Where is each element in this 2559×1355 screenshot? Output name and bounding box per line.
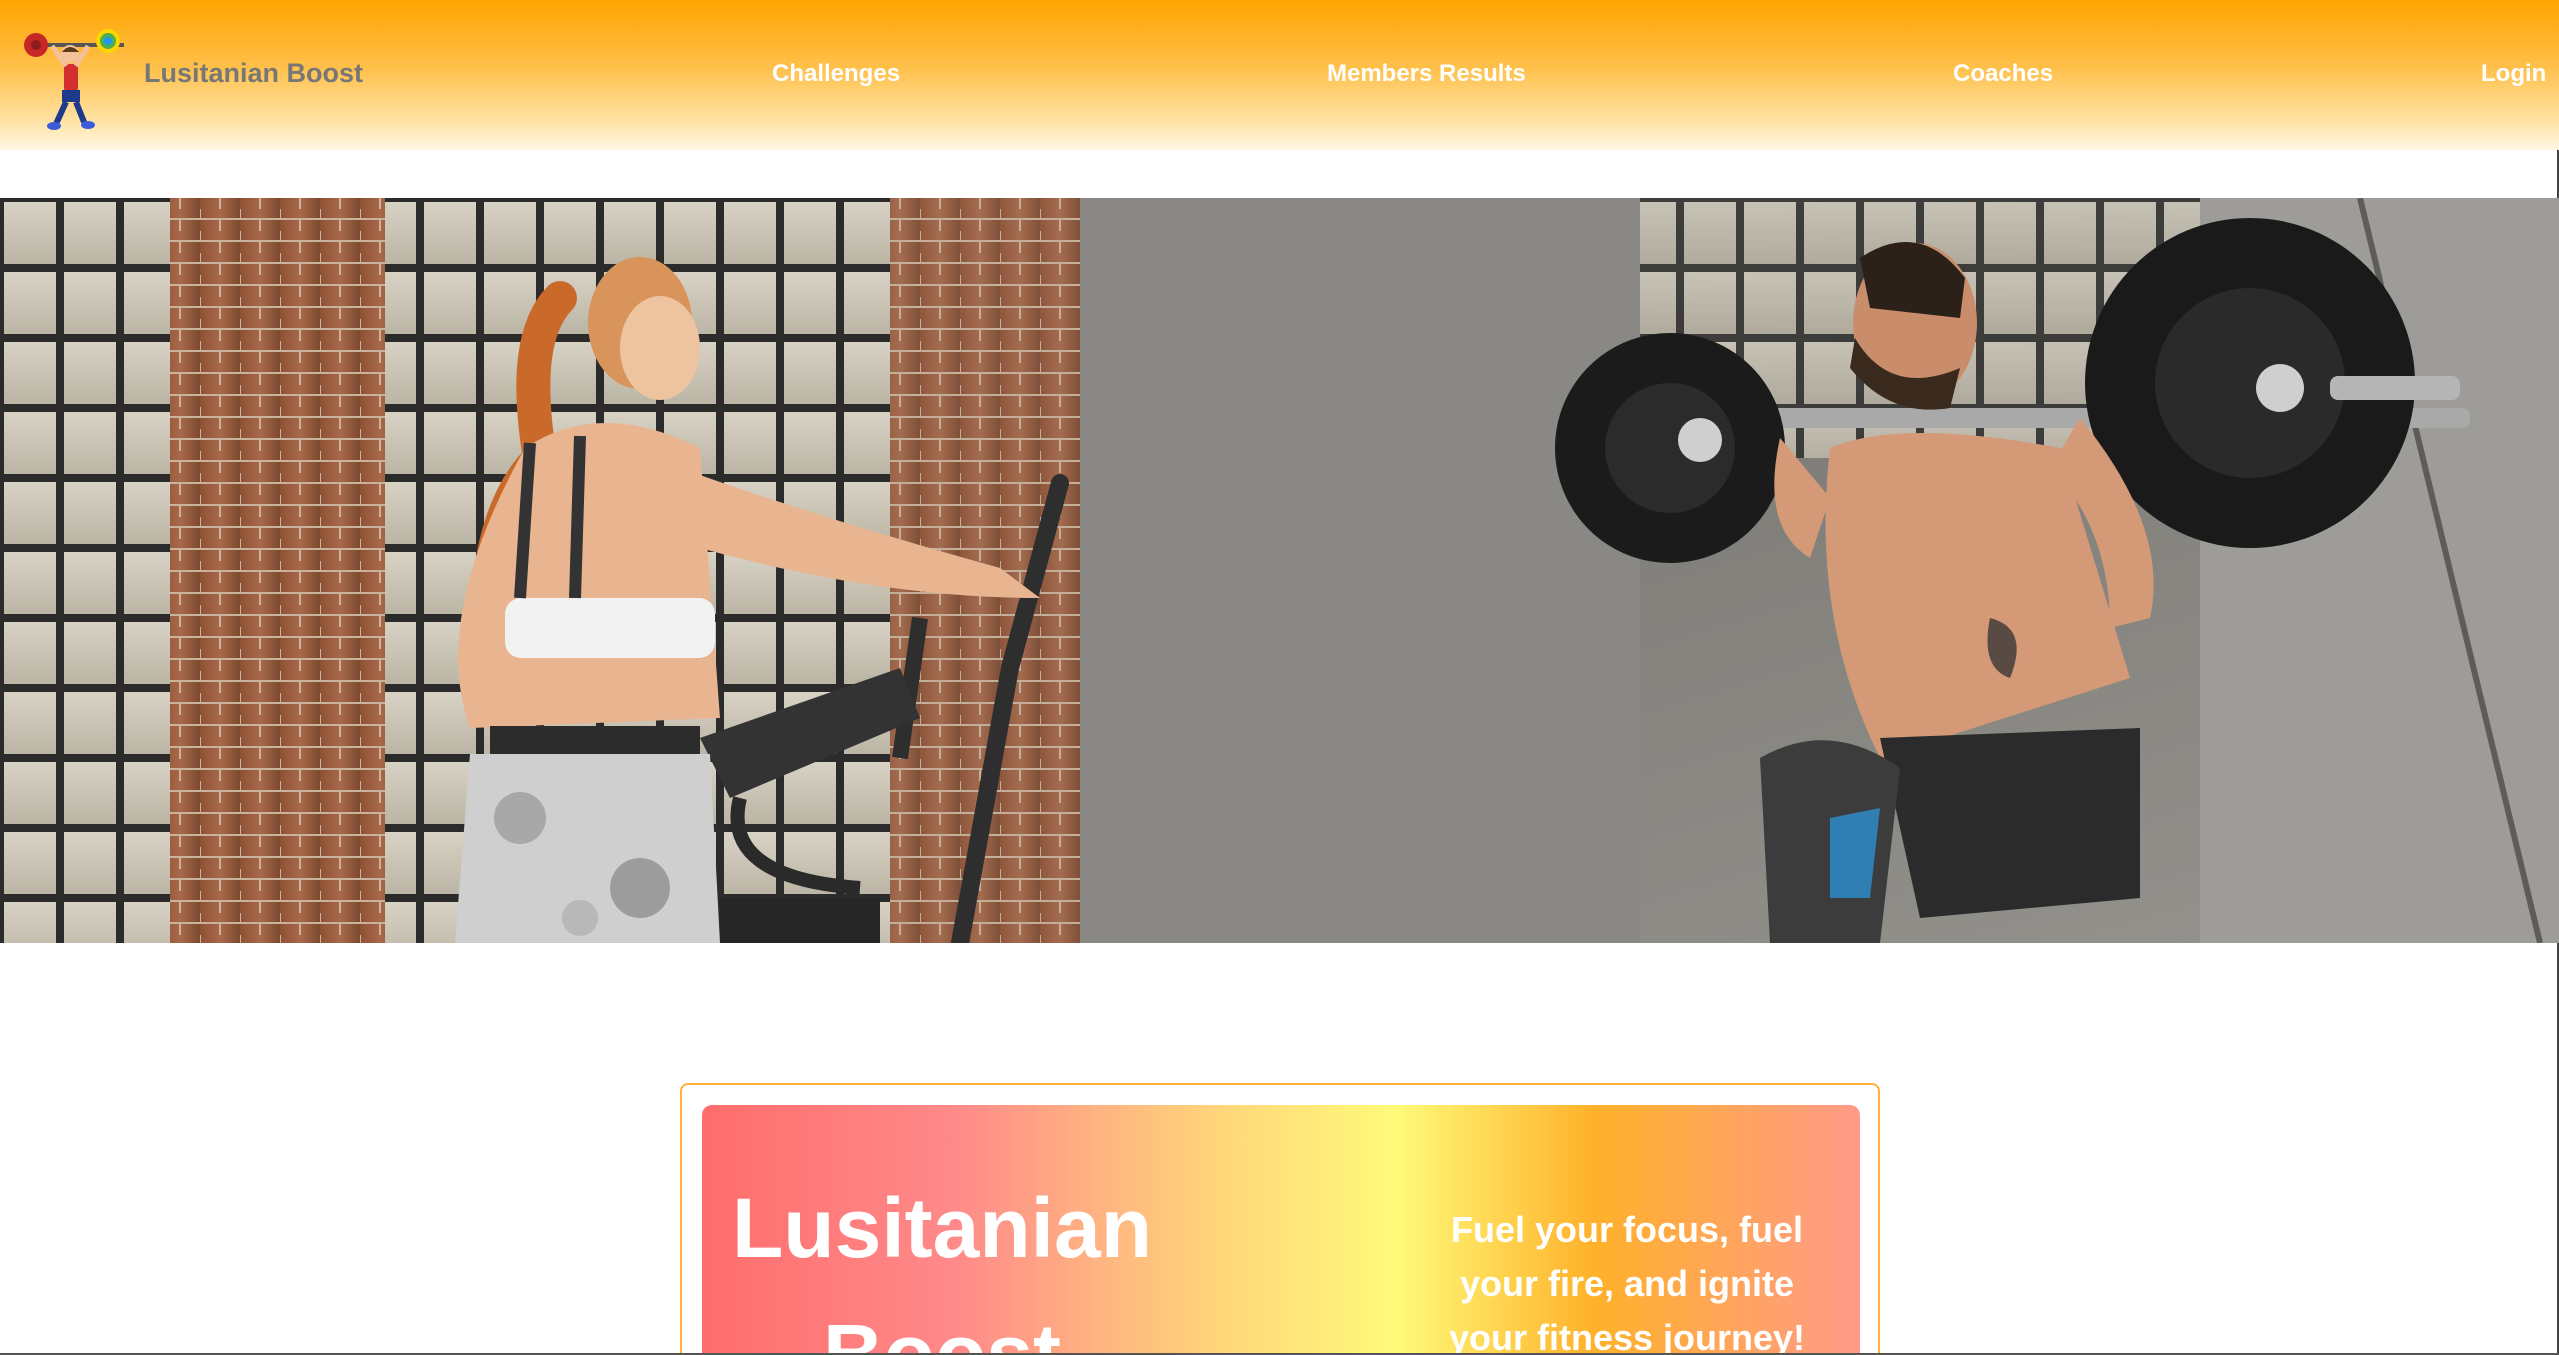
nav-link-members-results[interactable]: Members Results xyxy=(1327,60,1526,88)
intro-card-title: Lusitanian Boost xyxy=(732,1181,1153,1355)
gym-workout-photo xyxy=(0,198,2559,943)
page: Lusitanian Boost Challenges Members Resu… xyxy=(0,0,2559,1355)
weightlifter-icon[interactable] xyxy=(22,14,126,134)
intro-card: Lusitanian Boost Fuel your focus, fuel y… xyxy=(680,1083,1880,1355)
intro-card-banner: Lusitanian Boost Fuel your focus, fuel y… xyxy=(702,1105,1860,1355)
brand-name[interactable]: Lusitanian Boost xyxy=(144,58,363,89)
navbar: Lusitanian Boost Challenges Members Resu… xyxy=(0,0,2559,150)
intro-card-tagline: Fuel your focus, fuel your fire, and ign… xyxy=(1448,1209,1806,1355)
nav-link-challenges[interactable]: Challenges xyxy=(772,60,900,88)
nav-link-coaches[interactable]: Coaches xyxy=(1953,60,2053,88)
nav-link-login[interactable]: Login xyxy=(2481,60,2546,88)
hero-image xyxy=(0,198,2559,943)
